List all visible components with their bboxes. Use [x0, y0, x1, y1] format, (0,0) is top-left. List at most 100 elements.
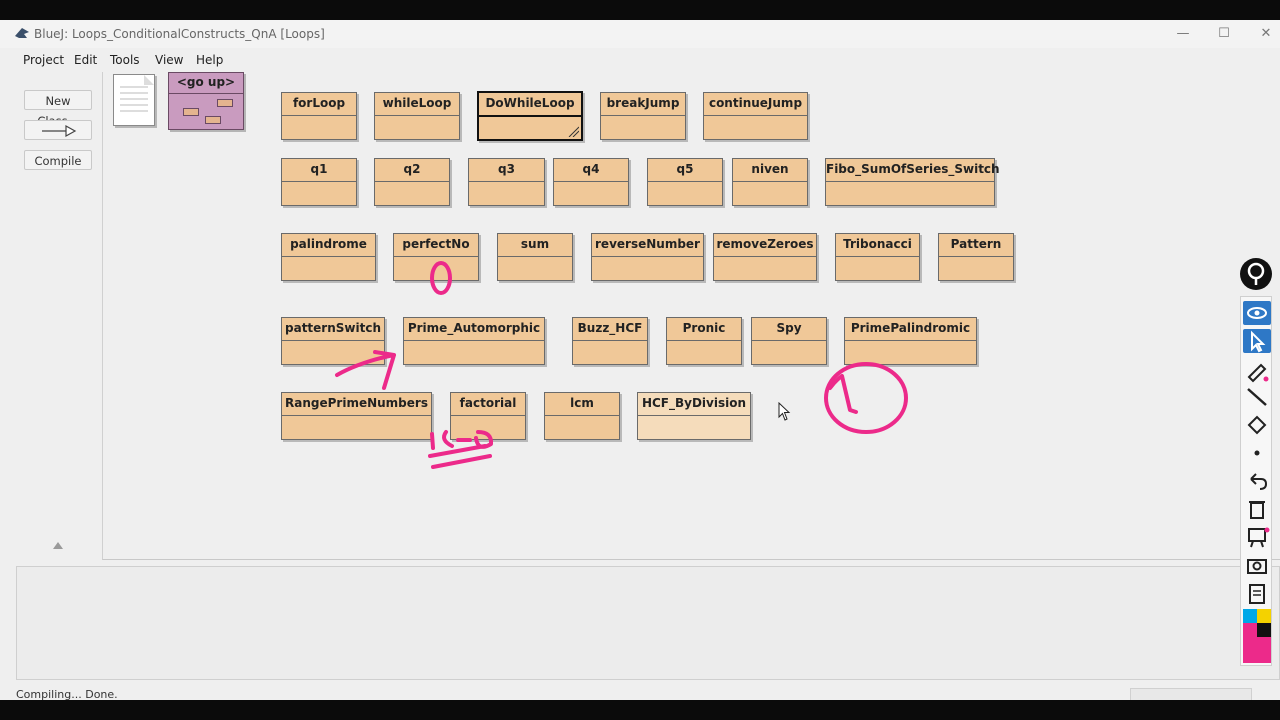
class-box[interactable]: Tribonacci [835, 233, 920, 281]
class-name: q2 [375, 159, 449, 182]
class-box-selected[interactable]: DoWhileLoop [477, 91, 583, 141]
class-box[interactable]: Buzz_HCF [572, 317, 648, 365]
class-name: lcm [545, 393, 619, 416]
menu-edit[interactable]: Edit [74, 53, 97, 67]
class-box[interactable]: Spy [751, 317, 827, 365]
eye-icon[interactable] [1243, 301, 1271, 325]
class-box[interactable]: q3 [468, 158, 545, 206]
class-diagram-canvas[interactable] [102, 72, 1280, 560]
class-box[interactable]: palindrome [281, 233, 376, 281]
color-palette[interactable] [1243, 609, 1271, 663]
class-box[interactable]: perfectNo [393, 233, 479, 281]
eraser-icon[interactable] [1243, 411, 1271, 435]
current-color-swatch [1243, 637, 1271, 663]
class-name: continueJump [704, 93, 807, 116]
new-inheritance-arrow-button[interactable] [24, 120, 92, 140]
class-box[interactable]: lcm [544, 392, 620, 440]
class-name: reverseNumber [592, 234, 703, 257]
class-name: q5 [648, 159, 722, 182]
class-name: RangePrimeNumbers [282, 393, 431, 416]
class-name: Spy [752, 318, 826, 341]
go-up-label: <go up> [169, 73, 243, 94]
menu-bar: Project Edit Tools View Help [0, 48, 1280, 72]
screen-top-border [0, 0, 1280, 20]
class-name: Tribonacci [836, 234, 919, 257]
pen-icon[interactable] [1243, 359, 1271, 383]
maximize-button[interactable]: ☐ [1212, 24, 1236, 44]
class-box[interactable]: PrimePalindromic [844, 317, 977, 365]
resize-handle-icon[interactable] [567, 125, 579, 137]
undo-icon[interactable] [1243, 469, 1271, 493]
menu-project[interactable]: Project [23, 53, 64, 67]
menu-help[interactable]: Help [196, 53, 223, 67]
class-box[interactable]: patternSwitch [281, 317, 385, 365]
class-box[interactable]: forLoop [281, 92, 357, 140]
annotation-toolbar [1240, 296, 1272, 666]
class-name: removeZeroes [714, 234, 816, 257]
class-box[interactable]: reverseNumber [591, 233, 704, 281]
class-name: q4 [554, 159, 628, 182]
class-box[interactable]: removeZeroes [713, 233, 817, 281]
camera-icon[interactable] [1243, 553, 1271, 577]
class-box[interactable]: q4 [553, 158, 629, 206]
class-name: niven [733, 159, 807, 182]
collapse-arrow-icon[interactable] [53, 542, 63, 549]
class-box[interactable]: q1 [281, 158, 357, 206]
class-name: breakJump [601, 93, 685, 116]
color-yellow[interactable] [1257, 609, 1271, 623]
class-name: palindrome [282, 234, 375, 257]
class-name: Prime_Automorphic [404, 318, 544, 341]
status-bar: Compiling... Done. [0, 680, 1280, 702]
clipboard-icon[interactable] [1243, 581, 1271, 605]
dot-icon[interactable] [1243, 441, 1271, 465]
whiteboard-icon[interactable] [1243, 525, 1271, 549]
class-name: HCF_ByDivision [638, 393, 750, 416]
class-box[interactable]: niven [732, 158, 808, 206]
object-bench[interactable] [16, 566, 1280, 680]
class-box[interactable]: q2 [374, 158, 450, 206]
class-box[interactable]: Prime_Automorphic [403, 317, 545, 365]
class-box[interactable]: Pronic [666, 317, 742, 365]
mini-class-icon [205, 116, 221, 124]
screen-bottom-border [0, 700, 1280, 720]
class-box[interactable]: continueJump [703, 92, 808, 140]
class-box[interactable]: whileLoop [374, 92, 460, 140]
class-box[interactable]: breakJump [600, 92, 686, 140]
class-box-uncompiled[interactable]: HCF_ByDivision [637, 392, 751, 440]
menu-tools[interactable]: Tools [110, 53, 140, 67]
compile-button[interactable]: Compile [24, 150, 92, 170]
menu-view[interactable]: View [155, 53, 183, 67]
close-button[interactable]: ✕ [1254, 24, 1278, 44]
line-icon[interactable] [1243, 385, 1271, 409]
color-black[interactable] [1257, 623, 1271, 637]
minimize-button[interactable]: — [1171, 24, 1195, 44]
color-cyan[interactable] [1243, 609, 1257, 623]
go-up-package[interactable]: <go up> [168, 72, 244, 130]
class-box[interactable]: factorial [450, 392, 526, 440]
readme-document-icon[interactable] [113, 74, 155, 126]
trash-icon[interactable] [1243, 497, 1271, 521]
class-name: Pattern [939, 234, 1013, 257]
class-name: Fibo_SumOfSeries_Switch [826, 159, 1000, 182]
class-name: q1 [282, 159, 356, 182]
class-name: forLoop [282, 93, 356, 116]
class-box[interactable]: sum [497, 233, 573, 281]
class-name: sum [498, 234, 572, 257]
pointer-icon[interactable] [1243, 329, 1271, 353]
class-name: whileLoop [375, 93, 459, 116]
pin-icon[interactable] [1240, 258, 1272, 290]
class-box[interactable]: Fibo_SumOfSeries_Switch [825, 158, 1000, 206]
class-box[interactable]: q5 [647, 158, 723, 206]
class-box[interactable]: Pattern [938, 233, 1014, 281]
arrow-right-icon [42, 124, 77, 138]
class-name: patternSwitch [282, 318, 384, 341]
class-box[interactable]: RangePrimeNumbers [281, 392, 432, 440]
window-title: BlueJ: Loops_ConditionalConstructs_QnA [… [34, 27, 325, 41]
class-name: q3 [469, 159, 544, 182]
new-class-button[interactable]: New Class... [24, 90, 92, 128]
bluej-logo-icon [15, 28, 29, 38]
color-magenta[interactable] [1243, 623, 1257, 637]
class-name: Pronic [667, 318, 741, 341]
class-name: perfectNo [394, 234, 478, 257]
mouse-cursor-icon [778, 402, 791, 421]
